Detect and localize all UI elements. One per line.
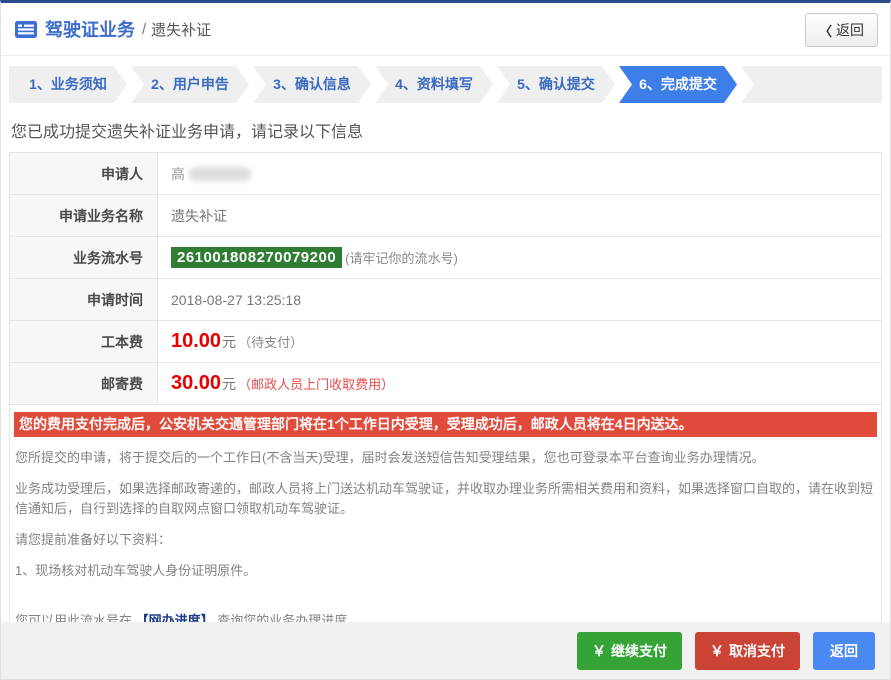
postage-fee-amount: 30.00 [171, 372, 222, 394]
table-row-business-name: 申请业务名称 遗失补证 [10, 195, 881, 237]
apply-time-label: 申请时间 [10, 279, 158, 320]
step-3-confirm-info[interactable]: 3、确认信息 [253, 66, 371, 103]
footer-back-label: 返回 [830, 642, 858, 659]
success-message: 您已成功提交遗失补证业务申请，请记录以下信息 [11, 124, 364, 141]
notice-paragraph-3: 请您提前准备好以下资料： [15, 532, 172, 548]
cancel-pay-label: 取消支付 [729, 642, 785, 659]
step-6-complete-submit[interactable]: 6、完成提交 [619, 66, 737, 103]
production-fee-value: 10.00 元 （待支付） [158, 321, 881, 362]
serial-label: 业务流水号 [10, 237, 158, 278]
submission-info-panel: 申请人 高 申请业务名称 遗失补证 业务流水号 2610018082700792… [9, 152, 882, 648]
table-row-applicant: 申请人 高 [10, 153, 881, 195]
production-fee-unit: 元 [222, 333, 237, 350]
postage-fee-value: 30.00 元 （邮政人员上门收取费用） [158, 363, 881, 404]
notice-paragraph-4: 1、现场核对机动车驾驶人身份证明原件。 [15, 563, 257, 579]
business-name-value: 遗失补证 [171, 207, 227, 224]
continue-pay-label: 继续支付 [611, 642, 667, 659]
production-fee-amount: 10.00 [171, 330, 222, 352]
postage-fee-label: 邮寄费 [10, 363, 158, 404]
step-bar-filler [741, 66, 882, 103]
step-2-user-declaration[interactable]: 2、用户申告 [131, 66, 249, 103]
notice-paragraph-1: 您所提交的申请，将于提交后的一个工作日(不含当天)受理，届时会发送短信告知受理结… [15, 449, 765, 465]
serial-note: (请牢记你的流水号) [345, 251, 458, 266]
business-name-label: 申请业务名称 [10, 195, 158, 236]
license-card-icon [15, 20, 37, 38]
serial-number-badge: 261001808270079200 [171, 247, 343, 268]
breadcrumb-separator: / [142, 20, 147, 38]
payment-alert-banner: 您的费用支付完成后，公安机关交通管理部门将在1个工作日内受理，受理成功后，邮政人… [14, 412, 877, 437]
footer-action-bar: ￥ 继续支付 ￥ 取消支付 返回 [1, 622, 890, 679]
step-progress-bar: 1、业务须知 2、用户申告 3、确认信息 4、资料填写 5、确认提交 6、完成提… [9, 66, 882, 103]
page-title: 驾驶证业务 [45, 20, 135, 40]
header-back-label: 返回 [836, 22, 864, 38]
footer-back-button[interactable]: 返回 [813, 631, 875, 670]
table-row-serial: 业务流水号 261001808270079200 (请牢记你的流水号) [10, 237, 881, 279]
applicant-label: 申请人 [10, 153, 158, 194]
postage-fee-note: （邮政人员上门收取费用） [238, 377, 395, 392]
table-row-apply-time: 申请时间 2018-08-27 13:25:18 [10, 279, 881, 321]
applicant-name: 高 [171, 165, 185, 182]
cancel-pay-button[interactable]: ￥ 取消支付 [695, 631, 800, 670]
notice-paragraph-2: 业务成功受理后，如果选择邮政寄递的，邮政人员将上门送达机动车驾驶证，并收取办理业… [15, 481, 874, 517]
step-5-confirm-submit[interactable]: 5、确认提交 [497, 66, 615, 103]
postage-fee-unit: 元 [222, 375, 237, 392]
continue-pay-button[interactable]: ￥ 继续支付 [577, 631, 682, 670]
apply-time-value: 2018-08-27 13:25:18 [171, 291, 301, 308]
page-header: 驾驶证业务 / 遗失补证 〈 返回 [1, 3, 890, 56]
production-fee-note: （待支付） [238, 335, 304, 350]
step-4-fill-materials[interactable]: 4、资料填写 [375, 66, 493, 103]
production-fee-label: 工本费 [10, 321, 158, 362]
serial-value: 261001808270079200 (请牢记你的流水号) [158, 237, 881, 278]
yuan-icon: ￥ [592, 642, 606, 659]
step-1-business-notice[interactable]: 1、业务须知 [9, 66, 127, 103]
applicant-value: 高 [158, 153, 881, 194]
table-row-production-fee: 工本费 10.00 元 （待支付） [10, 321, 881, 363]
redacted-name-blur [189, 166, 251, 181]
breadcrumb-current: 遗失补证 [151, 21, 212, 39]
table-row-postage-fee: 邮寄费 30.00 元 （邮政人员上门收取费用） [10, 363, 881, 405]
yuan-icon: ￥ [710, 642, 724, 659]
header-back-button[interactable]: 〈 返回 [804, 13, 878, 47]
chevron-left-icon: 〈 [818, 23, 832, 39]
